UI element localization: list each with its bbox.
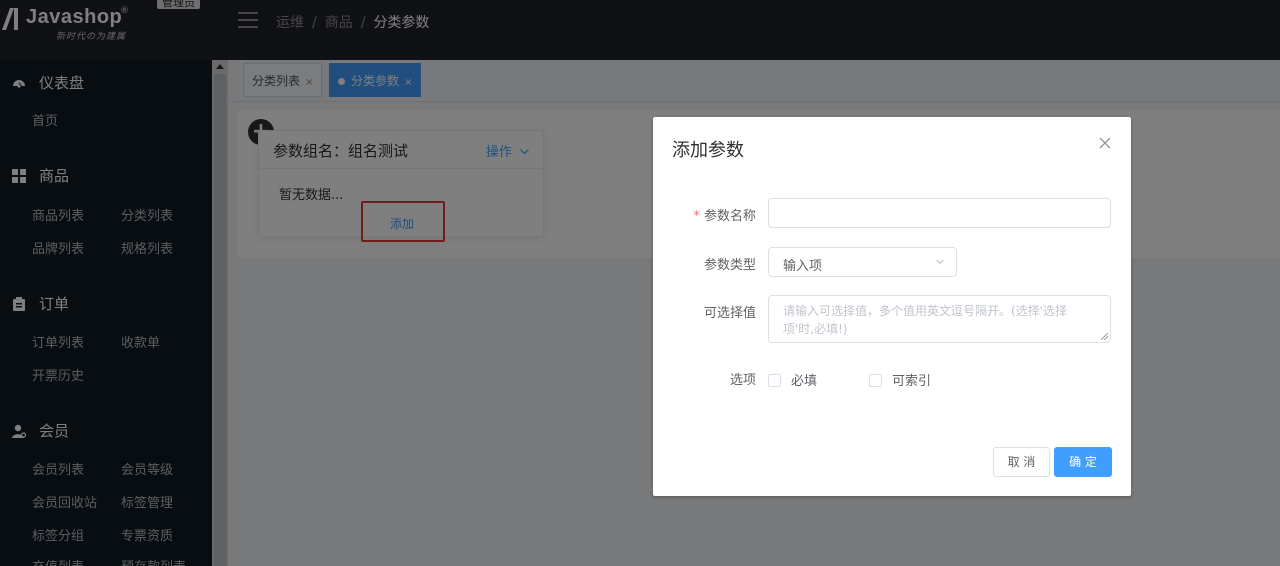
dialog-title: 添加参数 (672, 140, 744, 161)
required-mark: * (693, 209, 700, 224)
options-label: 可选择值 (703, 306, 756, 321)
checkbox-label: 可索引 (892, 374, 932, 389)
param-type-value: 输入项 (783, 259, 823, 274)
label-text: 参数名称 (703, 209, 756, 224)
resize-grip-icon[interactable] (1101, 333, 1108, 340)
param-name-label: * 参数名称 (693, 205, 756, 224)
options-placeholder: 请输入可选择值，多个值用英文逗号隔开。(选择'选择项'时,必填!) (783, 304, 1067, 336)
confirm-button[interactable]: 确 定 (1054, 447, 1112, 477)
checkbox-box[interactable] (869, 374, 882, 387)
required-checkbox[interactable]: 必填 (768, 370, 817, 389)
add-param-dialog: 添加参数 * 参数名称 参数类型 输入项 可选择值 请输入可选择值，多个值用英文逗… (653, 117, 1131, 496)
param-type-label: 参数类型 (703, 258, 756, 273)
cancel-button[interactable]: 取 消 (993, 447, 1050, 477)
checkbox-label: 必填 (791, 374, 818, 389)
chevron-down-icon (936, 259, 944, 265)
close-icon[interactable] (1099, 137, 1111, 149)
checkbox-box[interactable] (768, 374, 781, 387)
param-name-input[interactable] (768, 198, 1111, 228)
options-textarea[interactable]: 请输入可选择值，多个值用英文逗号隔开。(选择'选择项'时,必填!) (768, 295, 1111, 343)
flags-label: 选项 (729, 373, 756, 388)
indexable-checkbox[interactable]: 可索引 (869, 370, 931, 389)
param-type-select[interactable]: 输入项 (768, 247, 957, 277)
